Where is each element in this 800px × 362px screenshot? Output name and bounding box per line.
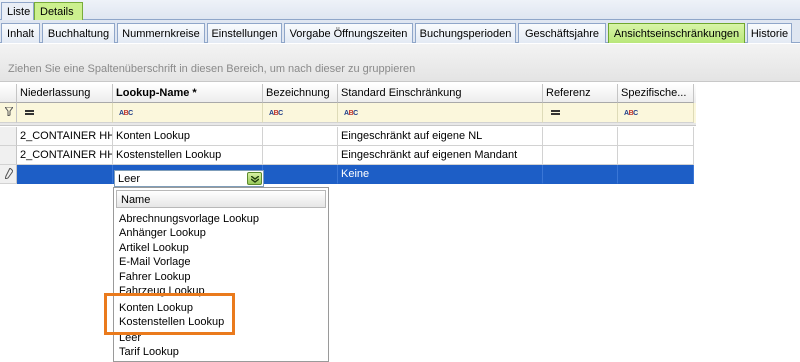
cell-niederlassung[interactable]	[17, 165, 113, 184]
filter-separator	[0, 123, 696, 126]
funnel-icon	[5, 107, 13, 116]
col-header-standard-einschraenkung[interactable]: Standard Einschränkung	[338, 84, 543, 103]
cell-spezifische[interactable]	[618, 165, 694, 184]
group-by-area[interactable]: Ziehen Sie eine Spaltenüberschrift in di…	[0, 44, 800, 82]
filter-lookup-name[interactable]: ABC	[113, 103, 263, 123]
cell-bezeichnung[interactable]	[263, 165, 338, 184]
grid-header-row: Niederlassung Lookup-Name * Bezeichnung …	[0, 84, 696, 103]
cell-referenz[interactable]	[543, 165, 618, 184]
tab-buchungsperioden[interactable]: Buchungsperioden	[415, 23, 516, 43]
text-filter-icon: ABC	[269, 110, 283, 117]
tab-historie[interactable]: Historie	[747, 23, 792, 43]
cell-bezeichnung[interactable]	[263, 127, 338, 146]
top-tab-bar: Liste Details	[0, 0, 800, 20]
tab-geschaeftsjahre[interactable]: Geschäftsjahre	[518, 23, 606, 43]
pencil-icon	[5, 168, 13, 179]
text-filter-icon: ABC	[344, 110, 358, 117]
dropdown-item[interactable]: E-Mail Vorlage	[119, 255, 191, 269]
table-row-editing[interactable]: Keine	[0, 165, 696, 184]
row-indicator[interactable]	[0, 127, 17, 146]
filter-referenz[interactable]	[543, 103, 618, 123]
tab-inhalt[interactable]: Inhalt	[1, 23, 40, 43]
col-header-bezeichnung[interactable]: Bezeichnung	[263, 84, 338, 103]
equals-icon	[551, 110, 560, 115]
row-indicator[interactable]	[0, 146, 17, 165]
filter-standard-einschraenkung[interactable]: ABC	[338, 103, 543, 123]
tab-einstellungen[interactable]: Einstellungen	[207, 23, 282, 43]
text-filter-icon: ABC	[624, 110, 638, 117]
filter-spezifische[interactable]: ABC	[618, 103, 694, 123]
filter-row: ABC ABC ABC ABC	[0, 103, 696, 123]
dropdown-item[interactable]: Abrechnungsvorlage Lookup	[119, 212, 259, 226]
group-by-hint: Ziehen Sie eine Spaltenüberschrift in di…	[8, 63, 416, 75]
double-chevron-down-icon	[251, 176, 259, 183]
filter-niederlassung[interactable]	[17, 103, 113, 123]
tab-buchhaltung[interactable]: Buchhaltung	[42, 23, 115, 43]
text-filter-icon: ABC	[119, 110, 133, 117]
cell-niederlassung[interactable]: 2_CONTAINER HH	[17, 146, 113, 165]
tab-nummernkreise[interactable]: Nummernkreise	[117, 23, 205, 43]
highlight-annotation	[104, 293, 235, 335]
tab-details[interactable]: Details	[34, 2, 83, 20]
col-header-referenz[interactable]: Referenz	[543, 84, 618, 103]
dropdown-item[interactable]: Tarif Lookup	[119, 345, 179, 359]
cell-lookup-name[interactable]: Kostenstellen Lookup	[113, 146, 263, 165]
cell-referenz[interactable]	[543, 127, 618, 146]
cell-spezifische[interactable]	[618, 127, 694, 146]
equals-icon	[25, 110, 34, 115]
lookup-combobox[interactable]: Leer	[114, 170, 264, 187]
row-indicator-editing	[0, 165, 17, 184]
tab-vorgabe-oeffnungszeiten[interactable]: Vorgabe Öffnungszeiten	[284, 23, 413, 43]
table-row[interactable]: 2_CONTAINER HH Konten Lookup Eingeschrän…	[0, 127, 696, 146]
sub-tab-bar: Inhalt Buchhaltung Nummernkreise Einstel…	[0, 20, 800, 43]
cell-standard-einschraenkung[interactable]: Eingeschränkt auf eigene NL	[338, 127, 543, 146]
cell-bezeichnung[interactable]	[263, 146, 338, 165]
lookup-combobox-value[interactable]: Leer	[118, 173, 140, 185]
lookup-dropdown-button[interactable]	[247, 172, 262, 185]
cell-referenz[interactable]	[543, 146, 618, 165]
dropdown-item[interactable]: Anhänger Lookup	[119, 226, 206, 240]
dropdown-column-header[interactable]: Name	[116, 190, 326, 208]
cell-standard-einschraenkung[interactable]: Keine	[338, 165, 543, 184]
dropdown-item[interactable]: Fahrer Lookup	[119, 270, 191, 284]
col-header-lookup-name[interactable]: Lookup-Name *	[113, 84, 263, 103]
cell-lookup-name[interactable]: Konten Lookup	[113, 127, 263, 146]
header-corner	[0, 84, 17, 103]
cell-spezifische[interactable]	[618, 146, 694, 165]
dropdown-item[interactable]: Artikel Lookup	[119, 241, 189, 255]
table-row[interactable]: 2_CONTAINER HH Kostenstellen Lookup Eing…	[0, 146, 696, 165]
col-header-niederlassung[interactable]: Niederlassung	[17, 84, 113, 103]
filter-bezeichnung[interactable]: ABC	[263, 103, 338, 123]
lookup-dropdown-list[interactable]: Name Abrechnungsvorlage Lookup Anhänger …	[113, 187, 329, 362]
col-header-spezifische[interactable]: Spezifische...	[618, 84, 694, 103]
tab-ansichtseinschraenkungen[interactable]: Ansichtseinschränkungen	[608, 23, 745, 43]
filter-row-indicator	[0, 103, 17, 123]
tab-liste[interactable]: Liste	[1, 2, 34, 20]
cell-niederlassung[interactable]: 2_CONTAINER HH	[17, 127, 113, 146]
cell-standard-einschraenkung[interactable]: Eingeschränkt auf eigenen Mandant	[338, 146, 543, 165]
